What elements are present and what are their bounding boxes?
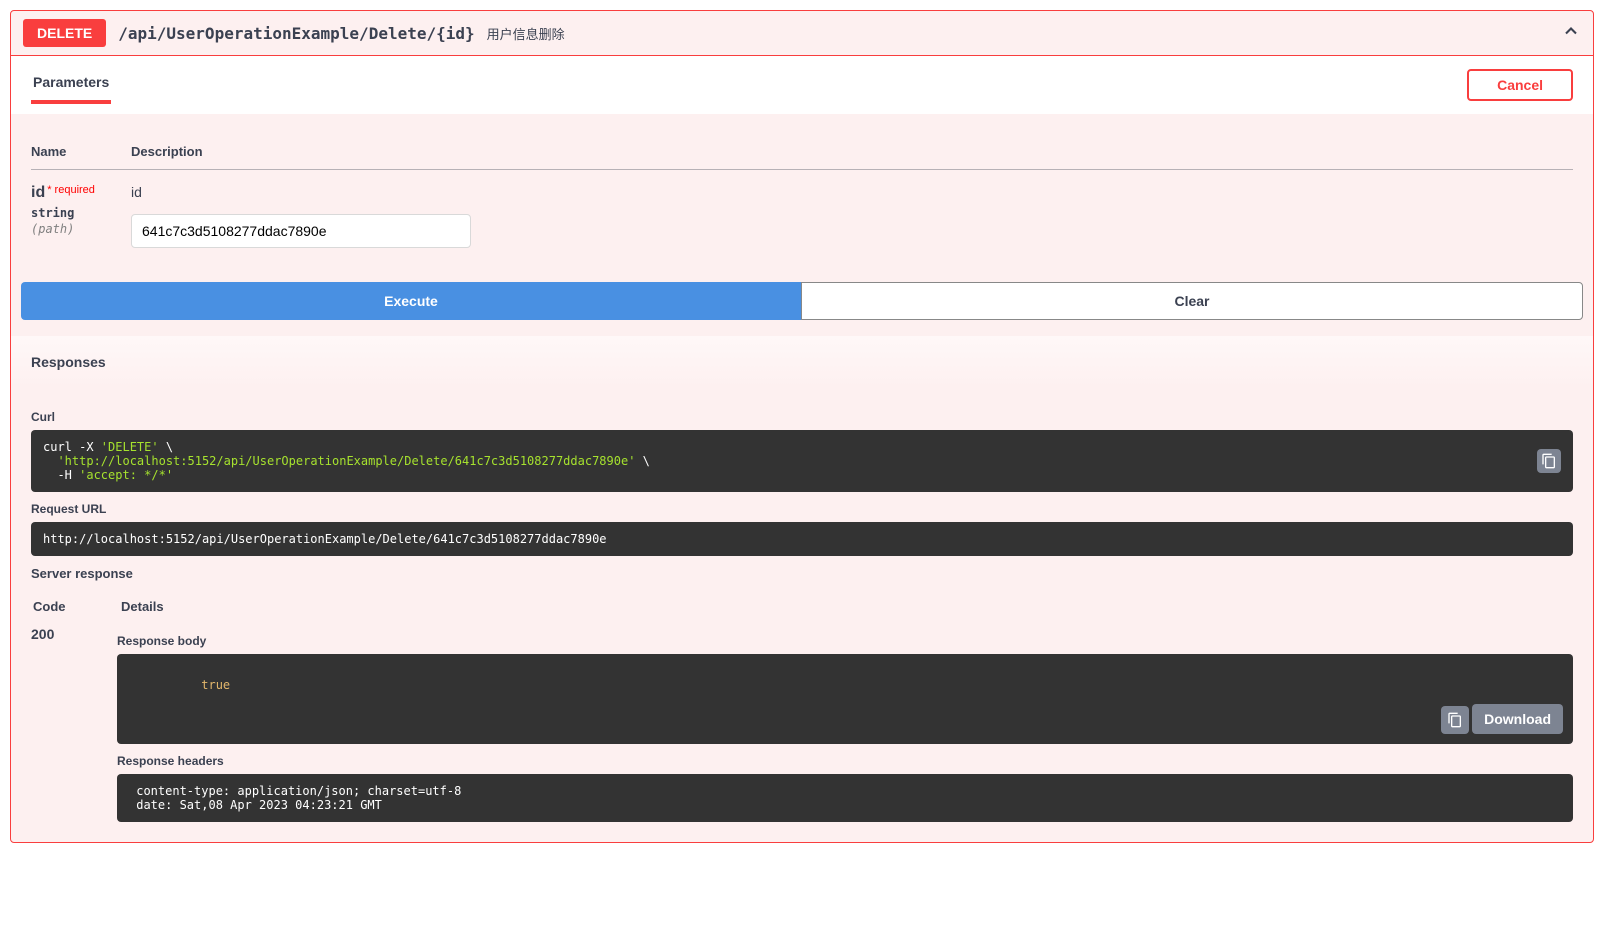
param-name: id [31, 184, 45, 201]
response-body-block: true Download [117, 654, 1573, 744]
opblock-summary[interactable]: DELETE /api/UserOperationExample/Delete/… [11, 11, 1593, 56]
param-in: (path) [31, 222, 131, 236]
required-indicator: * required [47, 184, 95, 196]
curl-block: curl -X 'DELETE' \ 'http://localhost:515… [31, 430, 1573, 492]
parameters-body: Name Description id* required string (pa… [11, 114, 1593, 282]
col-code: Code [33, 591, 119, 622]
method-badge: DELETE [23, 19, 106, 47]
response-headers-block: content-type: application/json; charset=… [117, 774, 1573, 822]
copy-icon[interactable] [1441, 706, 1469, 734]
cancel-button[interactable]: Cancel [1467, 69, 1573, 101]
responses-body: Curl curl -X 'DELETE' \ 'http://localhos… [11, 388, 1593, 842]
request-url-block: http://localhost:5152/api/UserOperationE… [31, 522, 1573, 556]
response-row: 200 Response body true Download Response… [31, 624, 1573, 822]
param-input-id[interactable] [131, 214, 471, 248]
response-headers-label: Response headers [117, 754, 1573, 768]
col-name: Name [31, 134, 131, 170]
param-type: string [31, 206, 131, 220]
tab-parameters[interactable]: Parameters [31, 66, 111, 104]
execute-button[interactable]: Execute [21, 282, 801, 320]
col-description: Description [131, 134, 1573, 170]
response-body-text: true [201, 678, 230, 692]
response-status-code: 200 [31, 624, 117, 642]
request-url-label: Request URL [31, 502, 1573, 516]
opblock-delete: DELETE /api/UserOperationExample/Delete/… [10, 10, 1594, 843]
clear-button[interactable]: Clear [801, 282, 1583, 320]
param-row: id* required string (path) id [31, 170, 1573, 263]
response-body-label: Response body [117, 634, 1573, 648]
endpoint-summary: 用户信息删除 [487, 24, 565, 43]
col-details: Details [121, 591, 1571, 622]
download-button[interactable]: Download [1472, 704, 1563, 734]
curl-label: Curl [31, 410, 1573, 424]
chevron-up-icon[interactable] [1561, 21, 1581, 46]
execute-row: Execute Clear [11, 282, 1593, 336]
parameters-header: Parameters Cancel [11, 56, 1593, 114]
server-response-label: Server response [31, 566, 1573, 581]
param-description: id [131, 184, 1573, 200]
endpoint-path: /api/UserOperationExample/Delete/{id} [118, 24, 474, 43]
copy-icon[interactable] [1537, 449, 1561, 473]
responses-section-header: Responses [11, 336, 1593, 388]
